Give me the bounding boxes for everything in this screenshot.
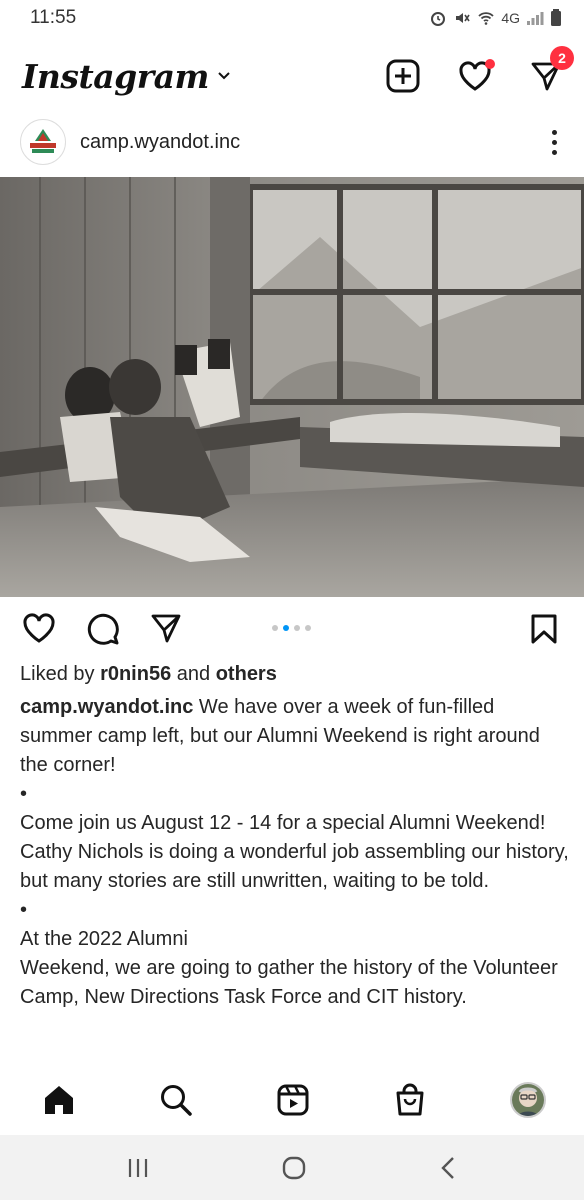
system-nav: [0, 1135, 584, 1200]
message-badge: 2: [550, 46, 574, 70]
recent-apps-icon[interactable]: [126, 1157, 150, 1179]
carousel-dot: [272, 625, 278, 631]
caption-line: •: [20, 783, 28, 805]
home-circle-icon[interactable]: [281, 1155, 307, 1181]
alarm-icon: [431, 12, 446, 26]
new-post-icon: [386, 59, 420, 93]
signal-icon: [527, 12, 544, 25]
carousel-dots: [272, 625, 311, 631]
likes-others[interactable]: others: [216, 663, 277, 685]
account-avatar[interactable]: [20, 119, 66, 165]
back-icon[interactable]: [438, 1155, 458, 1181]
header-actions: 2: [386, 46, 574, 93]
carousel-dot: [305, 625, 311, 631]
post-photo[interactable]: [0, 177, 584, 597]
reels-icon[interactable]: [276, 1083, 310, 1117]
caption: camp.wyandot.inc We have over a week of …: [20, 693, 570, 1012]
camp-logo-icon: [30, 129, 56, 153]
home-icon[interactable]: [42, 1083, 76, 1117]
comment-icon[interactable]: [86, 611, 120, 645]
caption-username[interactable]: camp.wyandot.inc: [20, 696, 193, 718]
more-dot: [551, 149, 557, 155]
post-body: Liked by r0nin56 and others camp.wyandot…: [20, 660, 570, 1012]
account-name[interactable]: camp.wyandot.inc: [80, 131, 544, 154]
actions-left: [22, 611, 182, 645]
likes-prefix: Liked by: [20, 663, 95, 685]
new-post-button[interactable]: [386, 59, 420, 93]
carousel-dot: [283, 625, 289, 631]
activity-dot: [485, 59, 495, 69]
status-bar: 11:55 4G: [0, 0, 584, 36]
network-type: 4G: [501, 10, 520, 26]
profile-avatar-image: [512, 1084, 544, 1116]
liked-by-user[interactable]: r0nin56: [100, 663, 171, 685]
more-options-button[interactable]: [544, 129, 564, 155]
save-button[interactable]: [530, 614, 558, 649]
direct-messages-button[interactable]: 2: [530, 46, 574, 92]
bookmark-icon: [531, 614, 557, 644]
instagram-logo: Instagram: [22, 56, 209, 96]
likes-connector: and: [176, 663, 211, 685]
mute-icon: [456, 13, 470, 23]
post-header: camp.wyandot.inc: [0, 113, 584, 171]
search-icon[interactable]: [159, 1083, 193, 1117]
caption-line: At the 2022 Alumni: [20, 928, 188, 950]
chevron-down-icon: [218, 72, 230, 80]
share-icon[interactable]: [150, 612, 182, 644]
battery-icon: [551, 9, 561, 26]
app-header: Instagram 2: [0, 44, 584, 108]
carousel-dot: [294, 625, 300, 631]
bottom-nav: [0, 1068, 584, 1132]
activity-button[interactable]: [458, 59, 495, 92]
post-actions: [0, 606, 584, 650]
account-switcher[interactable]: Instagram: [22, 57, 231, 96]
caption-line: •: [20, 899, 28, 921]
more-dot: [551, 139, 557, 145]
likes-summary[interactable]: Liked by r0nin56 and others: [20, 660, 570, 689]
caption-line: Come join us August 12 - 14 for a specia…: [20, 812, 569, 892]
more-dot: [551, 129, 557, 135]
caption-line: Weekend, we are going to gather the hist…: [20, 957, 558, 1008]
profile-avatar[interactable]: [510, 1082, 546, 1118]
caption-line: camp.wyandot.inc We have over a week of …: [20, 693, 570, 780]
status-time: 11:55: [30, 7, 77, 28]
shop-icon[interactable]: [393, 1083, 427, 1117]
wifi-icon: [478, 12, 494, 25]
status-icons: 4G: [429, 9, 562, 27]
cabin-photo: [0, 177, 584, 597]
like-heart-icon[interactable]: [22, 612, 56, 644]
